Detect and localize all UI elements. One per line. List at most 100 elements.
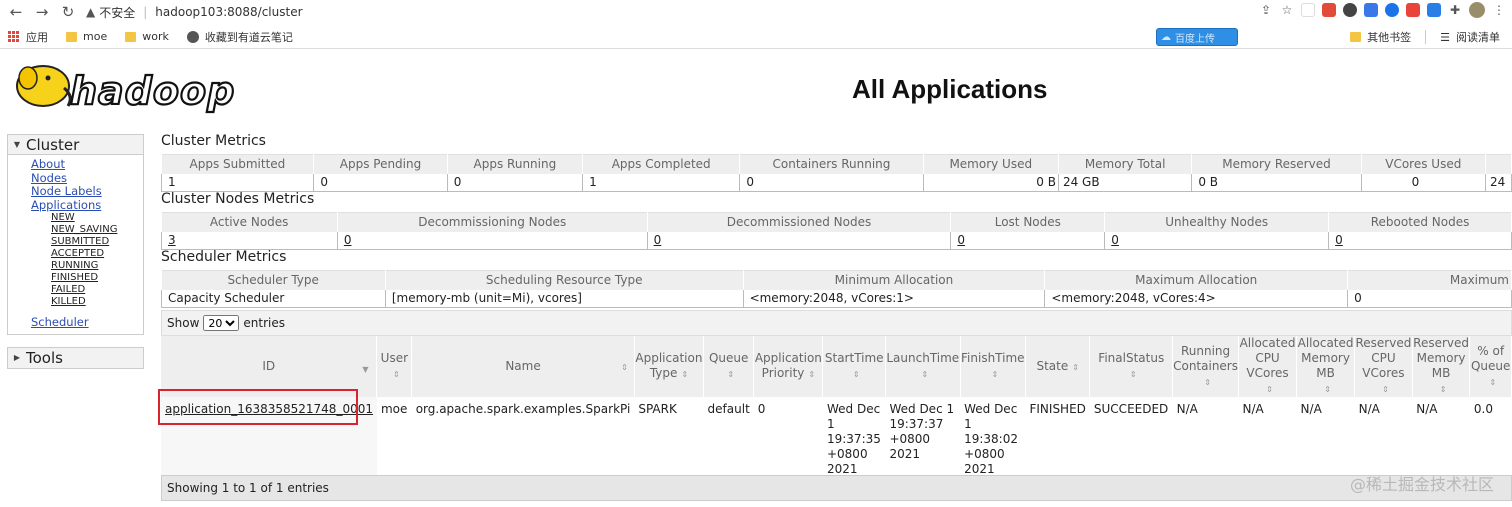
link-active-nodes[interactable]: 3 xyxy=(168,233,176,247)
page-size-select[interactable]: 20 xyxy=(203,315,240,331)
state-link-killed[interactable]: KILLED xyxy=(51,296,143,308)
col-header-id[interactable]: ID ▼ xyxy=(161,336,378,397)
header-containers-running: Containers Running xyxy=(739,154,924,174)
link-decommissioning-nodes[interactable]: 0 xyxy=(344,233,352,247)
col-header-state[interactable]: State ⇕ xyxy=(1025,336,1091,397)
header-label: % of Queue xyxy=(1470,343,1511,373)
bookmark-label: moe xyxy=(83,30,108,43)
link-decommissioned-nodes[interactable]: 0 xyxy=(654,233,662,247)
header-lost-nodes: Lost Nodes xyxy=(950,212,1106,232)
extension-6-icon[interactable] xyxy=(1406,3,1420,17)
link-lost-nodes[interactable]: 0 xyxy=(957,233,965,247)
state-link-new-saving[interactable]: NEW_SAVING xyxy=(51,224,143,236)
reload-icon[interactable]: ↻ xyxy=(58,2,78,22)
bookmark-youdao[interactable]: 收藏到有道云笔记 xyxy=(186,29,293,45)
reading-list[interactable]: ☰ 阅读清单 xyxy=(1440,29,1500,45)
warning-icon: ▲ xyxy=(86,5,96,19)
header-decommissioned-nodes: Decommissioned Nodes xyxy=(647,212,952,232)
cluster-metrics-table: Apps Submitted Apps Pending Apps Running… xyxy=(160,154,1512,192)
logo-text: hadoop xyxy=(70,69,235,113)
address-bar[interactable]: ▲ 不安全 | hadoop103:8088/cluster xyxy=(86,4,303,21)
value-apps-completed: 1 xyxy=(582,173,741,192)
cell-priority: 0 xyxy=(757,402,766,416)
cloud-upload-button[interactable]: ☁ 百度上传 xyxy=(1156,28,1238,46)
col-header-final-status[interactable]: FinalStatus ⇕ xyxy=(1089,336,1174,397)
menu-icon[interactable]: ⋮ xyxy=(1492,3,1506,17)
value-scheduler-type: Capacity Scheduler xyxy=(161,289,386,308)
tools-header[interactable]: ▶ Tools xyxy=(8,347,143,368)
table-header-row: ID ▼ User ⇕ Name ⇕ Application Type ⇕ Queue ⇕… xyxy=(161,336,1512,397)
share-icon[interactable]: ⇪ xyxy=(1259,3,1273,17)
tools-section: ▶ Tools xyxy=(7,346,144,369)
extension-2-icon[interactable] xyxy=(1322,3,1336,17)
col-header-allocated-cpu[interactable]: Allocated CPU VCores ⇕ xyxy=(1238,336,1298,397)
bookmark-work[interactable]: work xyxy=(125,30,169,43)
bookmark-apps[interactable]: 应用 xyxy=(8,29,48,45)
state-link-new[interactable]: NEW xyxy=(51,212,143,224)
forward-arrow-icon[interactable]: → xyxy=(32,2,52,22)
show-label: Show xyxy=(167,316,200,330)
value-scheduling-resource-type: [memory-mb (unit=Mi), vcores] xyxy=(385,289,744,308)
extension-3-icon[interactable] xyxy=(1343,3,1357,17)
col-header-application-type[interactable]: Application Type ⇕ xyxy=(634,336,705,397)
star-icon[interactable]: ☆ xyxy=(1280,3,1294,17)
sidebar-link-applications[interactable]: Applications xyxy=(31,198,143,213)
state-link-submitted[interactable]: SUBMITTED xyxy=(51,236,143,248)
col-header-finish-time[interactable]: FinishTime ⇕ xyxy=(960,336,1026,397)
cell-state: FINISHED xyxy=(1029,402,1086,416)
bookmark-moe[interactable]: moe xyxy=(66,30,107,43)
sidebar-link-scheduler[interactable]: Scheduler xyxy=(31,315,143,330)
col-header-user[interactable]: User ⇕ xyxy=(376,336,413,397)
header-label: Queue xyxy=(708,351,749,365)
col-header-launch-time[interactable]: LaunchTime ⇕ xyxy=(885,336,961,397)
extension-7-icon[interactable] xyxy=(1427,3,1441,17)
state-link-finished[interactable]: FINISHED xyxy=(51,272,143,284)
extensions-icon[interactable]: ✚ xyxy=(1448,3,1462,17)
folder-icon xyxy=(1350,32,1362,42)
header-minimum-allocation: Minimum Allocation xyxy=(743,270,1046,290)
sidebar-link-about[interactable]: About xyxy=(31,157,143,172)
col-header-start-time[interactable]: StartTime ⇕ xyxy=(822,336,886,397)
header-memory-used: Memory Used xyxy=(923,154,1059,174)
bookmark-label: 应用 xyxy=(26,30,48,44)
col-header-allocated-memory[interactable]: Allocated Memory MB ⇕ xyxy=(1296,336,1356,397)
cluster-header[interactable]: ▼ Cluster xyxy=(8,135,143,155)
col-header-reserved-cpu[interactable]: Reserved CPU VCores ⇕ xyxy=(1354,336,1413,397)
profile-avatar-icon[interactable] xyxy=(1469,2,1485,18)
link-rebooted-nodes[interactable]: 0 xyxy=(1335,233,1343,247)
value-vcores-used: 0 xyxy=(1361,173,1487,192)
sidebar-link-node-labels[interactable]: Node Labels xyxy=(31,184,143,199)
state-link-failed[interactable]: FAILED xyxy=(51,284,143,296)
col-header-percent-of-queue[interactable]: % of Queue ⇕ xyxy=(1469,336,1512,397)
caret-right-icon: ▶ xyxy=(13,353,21,362)
link-unhealthy-nodes[interactable]: 0 xyxy=(1111,233,1119,247)
value-vcores-total: 24 xyxy=(1485,173,1512,192)
bookmark-label: work xyxy=(142,30,169,43)
hadoop-logo[interactable]: hadoop xyxy=(8,56,248,116)
col-header-name[interactable]: Name ⇕ xyxy=(411,336,635,397)
cluster-label: Cluster xyxy=(26,135,80,154)
cloud-icon: ☁ xyxy=(1161,31,1171,43)
apps-grid-icon xyxy=(8,30,20,43)
col-header-application-priority[interactable]: Application Priority ⇕ xyxy=(753,336,824,397)
extension-1-icon[interactable] xyxy=(1301,3,1315,17)
state-link-accepted[interactable]: ACCEPTED xyxy=(51,248,143,260)
url-text: hadoop103:8088/cluster xyxy=(155,5,303,19)
state-link-running[interactable]: RUNNING xyxy=(51,260,143,272)
extension-5-icon[interactable] xyxy=(1385,3,1399,17)
sort-icon: ⇕ xyxy=(1324,385,1331,394)
back-arrow-icon[interactable]: ← xyxy=(6,2,26,22)
cloud-button-label: 百度上传 xyxy=(1175,33,1215,45)
sidebar-link-nodes[interactable]: Nodes xyxy=(31,171,143,186)
col-header-running-containers[interactable]: Running Containers ⇕ xyxy=(1172,336,1239,397)
value-maximum-cluster: 0 xyxy=(1347,289,1512,308)
cell-final-status: SUCCEEDED xyxy=(1093,402,1169,416)
extension-4-icon[interactable] xyxy=(1364,3,1378,17)
other-bookmarks[interactable]: 其他书签 xyxy=(1350,29,1411,45)
sort-icon: ⇕ xyxy=(1129,370,1137,379)
header-label: User xyxy=(380,351,409,365)
globe-icon xyxy=(186,30,199,43)
col-header-queue[interactable]: Queue ⇕ xyxy=(703,336,755,397)
sort-icon: ⇕ xyxy=(1266,385,1273,394)
col-header-reserved-memory[interactable]: Reserved Memory MB ⇕ xyxy=(1412,336,1471,397)
